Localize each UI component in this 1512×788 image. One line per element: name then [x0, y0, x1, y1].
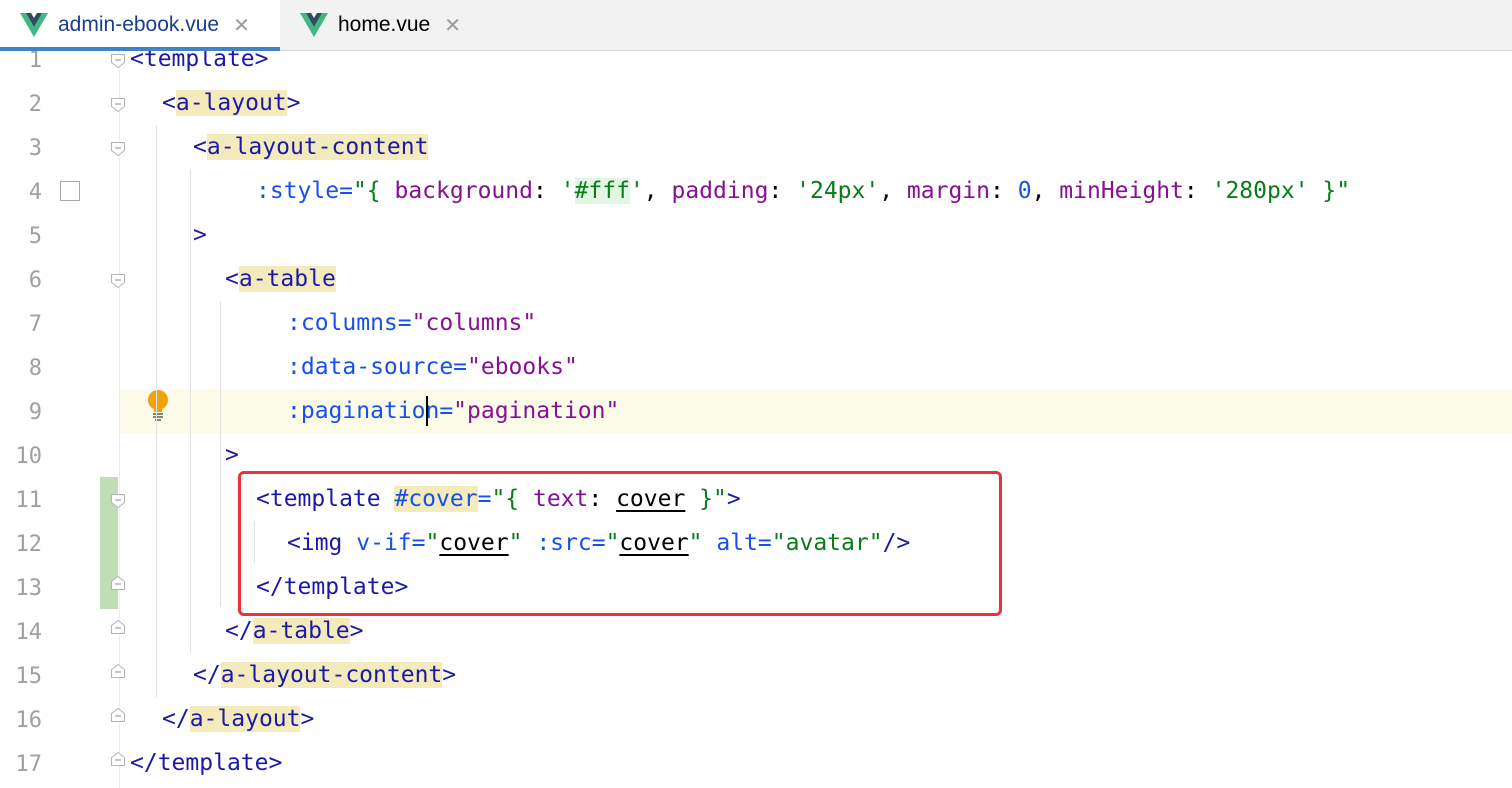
fold-marker-icon[interactable] — [110, 663, 126, 679]
tab-label: home.vue — [338, 13, 431, 36]
code-line-16: </a-layout> — [162, 706, 315, 732]
code-line-17: </template> — [130, 750, 283, 776]
code-line-6: <a-table — [225, 266, 336, 292]
matched-tag-highlight: a-layout-content — [206, 134, 429, 160]
code-line-2: <a-layout> — [162, 90, 301, 116]
vue-logo-icon — [20, 13, 48, 37]
code-editor[interactable]: 1 2 3 4 5 6 7 8 9 10 11 12 13 14 15 16 1… — [0, 51, 1512, 788]
current-line-highlight — [0, 389, 1512, 433]
code-line-11: <template #cover="{ text: cover }"> — [256, 486, 741, 512]
matched-tag-highlight: a-layout-content — [220, 662, 443, 688]
slot-name-highlight: #cover — [394, 486, 478, 512]
indent-guide — [220, 301, 221, 607]
line-number: 14 — [15, 620, 43, 645]
code-line-10: > — [225, 442, 239, 468]
line-number: 10 — [15, 444, 43, 469]
line-number: 2 — [28, 92, 42, 117]
fold-marker-icon[interactable] — [110, 493, 126, 509]
lightbulb-icon[interactable] — [146, 389, 170, 421]
fold-marker-icon[interactable] — [110, 141, 126, 157]
close-icon[interactable]: ✕ — [233, 15, 250, 35]
fold-marker-icon[interactable] — [110, 273, 126, 289]
line-number: 15 — [15, 664, 43, 689]
code-line-8: :data-source="ebooks" — [287, 354, 578, 380]
code-line-14: </a-table> — [225, 618, 364, 644]
matched-tag-highlight: a-layout — [189, 706, 301, 732]
line-number: 5 — [28, 224, 42, 249]
editor-tab-bar: admin-ebook.vue ✕ home.vue ✕ — [0, 0, 1512, 51]
line-number: 3 — [28, 136, 42, 161]
indent-guide — [156, 125, 157, 697]
code-line-3: <a-layout-content — [193, 134, 429, 160]
matched-tag-highlight: a-table — [252, 618, 350, 644]
indent-guide — [190, 169, 191, 653]
code-line-13: </template> — [256, 574, 409, 600]
line-number: 6 — [28, 268, 42, 293]
fold-marker-icon[interactable] — [110, 707, 126, 723]
code-line-12: <img v-if="cover" :src="cover" alt="avat… — [287, 530, 911, 556]
line-number: 7 — [28, 312, 42, 337]
line-number: 13 — [15, 576, 43, 601]
fold-marker-icon[interactable] — [110, 53, 126, 69]
code-line-5: > — [193, 222, 207, 248]
vue-logo-icon — [300, 13, 328, 37]
close-icon[interactable]: ✕ — [444, 15, 461, 35]
tab-label: admin-ebook.vue — [58, 13, 220, 36]
code-line-9: :pagination="pagination" — [287, 398, 620, 424]
line-number: 1 — [28, 51, 42, 73]
matched-tag-highlight: a-table — [238, 266, 336, 292]
fold-marker-icon[interactable] — [110, 619, 126, 635]
fold-marker-icon[interactable] — [110, 751, 126, 767]
line-number: 12 — [15, 532, 43, 557]
fold-marker-icon[interactable] — [110, 575, 126, 591]
code-line-7: :columns="columns" — [287, 310, 537, 336]
text-cursor — [426, 396, 428, 426]
line-number: 8 — [28, 356, 42, 381]
code-line-4: :style="{ background: '#fff', padding: '… — [256, 178, 1351, 204]
line-number: 11 — [15, 488, 43, 513]
tab-admin-ebook-vue[interactable]: admin-ebook.vue ✕ — [0, 0, 280, 51]
line-number: 17 — [15, 752, 43, 777]
color-value-highlight: #fff — [574, 178, 630, 204]
line-number: 9 — [28, 400, 42, 425]
code-line-15: </a-layout-content> — [193, 662, 457, 688]
bookmark-checkbox[interactable] — [60, 181, 80, 201]
matched-tag-highlight: a-layout — [175, 90, 287, 116]
line-number: 4 — [28, 180, 42, 205]
code-line-1: <template> — [130, 51, 269, 72]
indent-guide — [254, 521, 255, 563]
tab-home-vue[interactable]: home.vue ✕ — [282, 0, 482, 50]
fold-marker-icon[interactable] — [110, 97, 126, 113]
line-number: 16 — [15, 708, 43, 733]
